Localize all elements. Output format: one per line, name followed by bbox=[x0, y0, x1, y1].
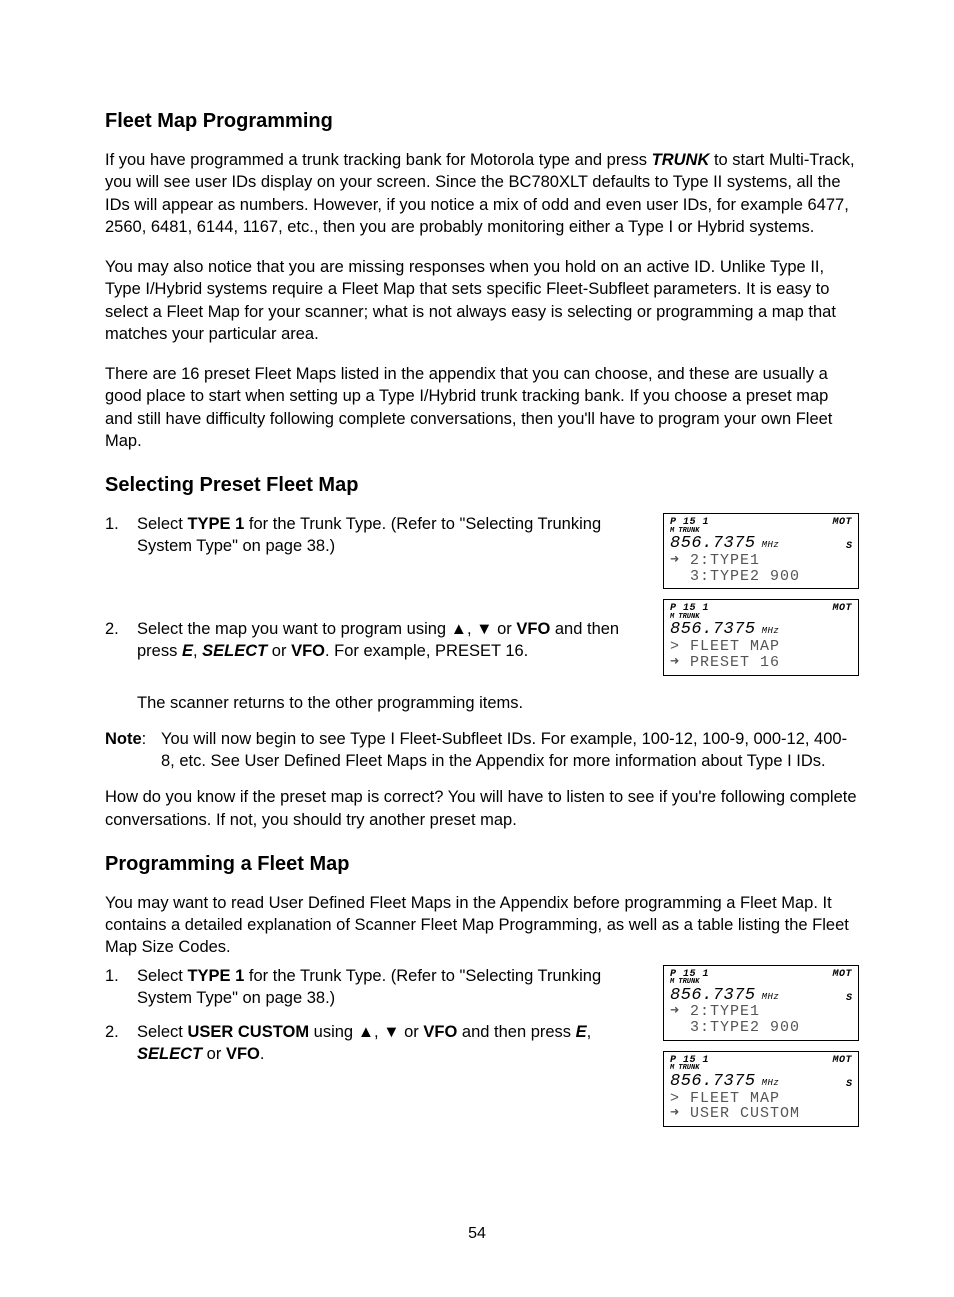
note: Note: You will now begin to see Type I F… bbox=[105, 728, 859, 773]
text: If you have programmed a trunk tracking … bbox=[105, 151, 652, 169]
section-selecting-preset-fleet-map: Selecting Preset Fleet Map P 15 1MOT M T… bbox=[105, 472, 859, 831]
list-number: 1. bbox=[105, 965, 119, 987]
list-item: 2. Select the map you want to program us… bbox=[105, 618, 859, 663]
note-body: You will now begin to see Type I Fleet-S… bbox=[161, 730, 847, 770]
paragraph: If you have programmed a trunk tracking … bbox=[105, 149, 859, 238]
list-item: 1. Select TYPE 1 for the Trunk Type. (Re… bbox=[105, 513, 859, 558]
lcd-freq-unit: MHz bbox=[762, 1079, 780, 1088]
heading-selecting-preset-fleet-map: Selecting Preset Fleet Map bbox=[105, 472, 859, 499]
paragraph-returns: The scanner returns to the other program… bbox=[105, 692, 859, 714]
text: Select bbox=[137, 967, 187, 985]
keyword-vfo: VFO bbox=[516, 620, 550, 638]
lcd-freq: 856.7375 bbox=[670, 1073, 756, 1091]
list-number: 2. bbox=[105, 1021, 119, 1043]
text: or bbox=[267, 642, 291, 660]
section-programming-a-fleet-map: Programming a Fleet Map You may want to … bbox=[105, 851, 859, 1143]
lcd-row: > FLEET MAP bbox=[670, 1091, 852, 1107]
text: . For example, PRESET 16. bbox=[325, 642, 528, 660]
text: Select bbox=[137, 515, 187, 533]
list-item: 2. Select USER CUSTOM using ▲, ▼ or VFO … bbox=[105, 1021, 859, 1066]
lcd-row: 3:TYPE2 900 bbox=[670, 569, 852, 585]
list-item: 1. Select TYPE 1 for the Trunk Type. (Re… bbox=[105, 965, 859, 1010]
keyword-vfo: VFO bbox=[291, 642, 325, 660]
content-with-lcd: P 15 1MOT M TRUNK 856.7375MHz S ➜ 2:TYPE… bbox=[105, 965, 859, 1143]
lcd-row: ➜ USER CUSTOM bbox=[670, 1106, 852, 1122]
paragraph: There are 16 preset Fleet Maps listed in… bbox=[105, 363, 859, 452]
heading-programming-a-fleet-map: Programming a Fleet Map bbox=[105, 851, 859, 878]
page-number: 54 bbox=[0, 1223, 954, 1245]
keyword-type1: TYPE 1 bbox=[187, 515, 244, 533]
keyword-e: E bbox=[182, 642, 193, 660]
text: , bbox=[587, 1023, 592, 1041]
paragraph: You may want to read User Defined Fleet … bbox=[105, 892, 859, 959]
keyword-vfo: VFO bbox=[423, 1023, 457, 1041]
note-sep: : bbox=[142, 730, 147, 748]
paragraph: You may also notice that you are missing… bbox=[105, 256, 859, 345]
section-fleet-map-programming: Fleet Map Programming If you have progra… bbox=[105, 108, 859, 452]
text: or bbox=[493, 620, 517, 638]
keyword-vfo: VFO bbox=[226, 1045, 260, 1063]
paragraph: How do you know if the preset map is cor… bbox=[105, 786, 859, 831]
text: Select bbox=[137, 1023, 187, 1041]
keyword-user-custom: USER CUSTOM bbox=[187, 1023, 309, 1041]
heading-fleet-map-programming: Fleet Map Programming bbox=[105, 108, 859, 135]
text: . bbox=[260, 1045, 265, 1063]
text: and then press bbox=[457, 1023, 575, 1041]
text: Select the map you want to program using bbox=[137, 620, 451, 638]
note-label: Note bbox=[105, 730, 142, 748]
text: , bbox=[193, 642, 202, 660]
arrow-icons: ▲, ▼ bbox=[358, 1023, 400, 1041]
lcd-top-right: MOT bbox=[832, 604, 852, 615]
text: or bbox=[202, 1045, 226, 1063]
keyword-trunk: TRUNK bbox=[652, 151, 710, 169]
keyword-select: SELECT bbox=[137, 1045, 202, 1063]
page: Fleet Map Programming If you have progra… bbox=[0, 0, 954, 1297]
content-with-lcd: P 15 1MOT M TRUNK 856.7375MHz S ➜ 2:TYPE… bbox=[105, 513, 859, 831]
keyword-type1: TYPE 1 bbox=[187, 967, 244, 985]
list-number: 1. bbox=[105, 513, 119, 535]
keyword-e: E bbox=[576, 1023, 587, 1041]
arrow-icons: ▲, ▼ bbox=[451, 620, 493, 638]
list-number: 2. bbox=[105, 618, 119, 640]
text: using bbox=[309, 1023, 358, 1041]
text: or bbox=[400, 1023, 424, 1041]
keyword-select: SELECT bbox=[202, 642, 267, 660]
lcd-s-indicator: S bbox=[846, 1080, 852, 1091]
